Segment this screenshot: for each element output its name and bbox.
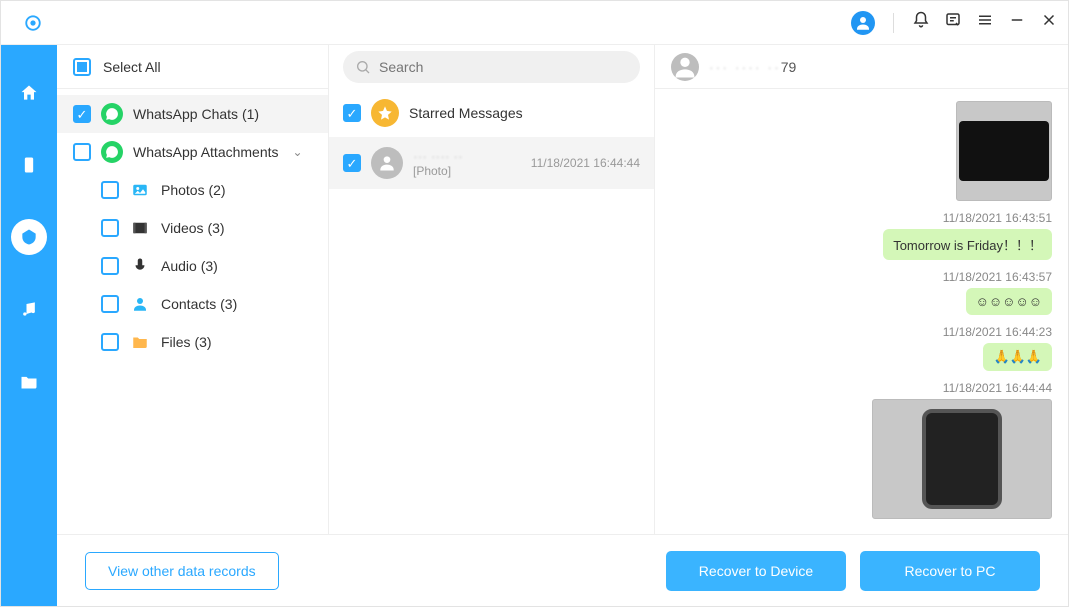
search-box[interactable] bbox=[343, 51, 640, 83]
chat-header: ··· ···· ··79 bbox=[655, 45, 1068, 89]
star-icon bbox=[371, 99, 399, 127]
photos-icon bbox=[129, 179, 151, 201]
list-chat-item[interactable]: ··· ···· ·· [Photo] 11/18/2021 16:44:44 bbox=[329, 137, 654, 189]
list-timestamp: 11/18/2021 16:44:44 bbox=[531, 156, 640, 170]
tree-label: Files (3) bbox=[161, 334, 212, 350]
tree-label: Videos (3) bbox=[161, 220, 225, 236]
checkbox-videos[interactable] bbox=[101, 219, 119, 237]
contact-avatar-icon bbox=[371, 147, 403, 179]
chevron-down-icon: ⌄ bbox=[293, 145, 303, 159]
bell-icon[interactable] bbox=[912, 11, 930, 34]
nav-rail bbox=[1, 45, 57, 606]
files-icon bbox=[129, 331, 151, 353]
select-all-checkbox[interactable] bbox=[73, 58, 91, 76]
tree-label: Contacts (3) bbox=[161, 296, 237, 312]
message-image[interactable] bbox=[872, 399, 1052, 519]
checkbox-whatsapp-attachments[interactable] bbox=[73, 143, 91, 161]
tree-label: Photos (2) bbox=[161, 182, 226, 198]
message-timestamp: 11/18/2021 16:44:44 bbox=[943, 381, 1052, 395]
tree-videos[interactable]: Videos (3) bbox=[57, 209, 328, 247]
message-image[interactable] bbox=[956, 101, 1052, 201]
contacts-icon bbox=[129, 293, 151, 315]
tree-contacts[interactable]: Contacts (3) bbox=[57, 285, 328, 323]
list-starred-messages[interactable]: Starred Messages bbox=[329, 89, 654, 137]
search-icon bbox=[355, 59, 371, 75]
message-bubble: ☺☺☺☺☺ bbox=[966, 288, 1052, 315]
list-title: Starred Messages bbox=[409, 105, 640, 121]
feedback-icon[interactable] bbox=[944, 11, 962, 34]
tree-whatsapp-chats[interactable]: WhatsApp Chats (1) bbox=[57, 95, 328, 133]
videos-icon bbox=[129, 217, 151, 239]
list-contact-name: ··· ···· ·· bbox=[413, 148, 521, 164]
app-logo bbox=[11, 14, 55, 32]
tree-files[interactable]: Files (3) bbox=[57, 323, 328, 361]
close-icon[interactable] bbox=[1040, 11, 1058, 34]
checkbox-starred[interactable] bbox=[343, 104, 361, 122]
checkbox-audio[interactable] bbox=[101, 257, 119, 275]
tree-audio[interactable]: Audio (3) bbox=[57, 247, 328, 285]
user-avatar-icon[interactable] bbox=[851, 11, 875, 35]
checkbox-chat-item[interactable] bbox=[343, 154, 361, 172]
rail-files[interactable] bbox=[11, 363, 47, 399]
message-timestamp: 11/18/2021 16:43:51 bbox=[943, 211, 1052, 225]
category-sidebar: Select All WhatsApp Chats (1) WhatsApp A… bbox=[57, 45, 329, 534]
tree-label: WhatsApp Attachments bbox=[133, 144, 279, 160]
list-preview: [Photo] bbox=[413, 164, 521, 178]
divider bbox=[893, 13, 894, 33]
select-all-row[interactable]: Select All bbox=[57, 45, 328, 89]
minimize-icon[interactable] bbox=[1008, 11, 1026, 34]
rail-device[interactable] bbox=[11, 147, 47, 183]
chat-contact-name: 79 bbox=[781, 59, 797, 75]
rail-recovery[interactable] bbox=[11, 219, 47, 255]
recover-to-pc-button[interactable]: Recover to PC bbox=[860, 551, 1040, 591]
view-other-records-button[interactable]: View other data records bbox=[85, 552, 279, 590]
tree-photos[interactable]: Photos (2) bbox=[57, 171, 328, 209]
message-timestamp: 11/18/2021 16:43:57 bbox=[943, 270, 1052, 284]
checkbox-files[interactable] bbox=[101, 333, 119, 351]
checkbox-contacts[interactable] bbox=[101, 295, 119, 313]
rail-home[interactable] bbox=[11, 75, 47, 111]
menu-icon[interactable] bbox=[976, 11, 994, 34]
title-bar bbox=[1, 1, 1068, 45]
recover-to-device-button[interactable]: Recover to Device bbox=[666, 551, 846, 591]
tree-whatsapp-attachments[interactable]: WhatsApp Attachments ⌄ bbox=[57, 133, 328, 171]
chat-column: ··· ···· ··79 11/18/2021 16:43:51 Tomorr… bbox=[655, 45, 1068, 534]
audio-icon bbox=[129, 255, 151, 277]
chat-avatar-icon bbox=[671, 53, 699, 81]
whatsapp-icon bbox=[101, 141, 123, 163]
tree-label: WhatsApp Chats (1) bbox=[133, 106, 259, 122]
whatsapp-icon bbox=[101, 103, 123, 125]
select-all-label: Select All bbox=[103, 59, 161, 75]
tree-label: Audio (3) bbox=[161, 258, 218, 274]
message-list[interactable]: 11/18/2021 16:43:51 Tomorrow is Friday！！… bbox=[655, 89, 1068, 534]
search-input[interactable] bbox=[379, 59, 628, 75]
checkbox-whatsapp-chats[interactable] bbox=[73, 105, 91, 123]
message-bubble: 🙏🙏🙏 bbox=[983, 343, 1052, 371]
bottom-bar: View other data records Recover to Devic… bbox=[57, 534, 1068, 606]
message-bubble: Tomorrow is Friday！！！ bbox=[883, 229, 1052, 260]
rail-music[interactable] bbox=[11, 291, 47, 327]
checkbox-photos[interactable] bbox=[101, 181, 119, 199]
app-window: Select All WhatsApp Chats (1) WhatsApp A… bbox=[0, 0, 1069, 607]
message-timestamp: 11/18/2021 16:44:23 bbox=[943, 325, 1052, 339]
chat-list-column: Starred Messages ··· ···· ·· [Photo] 11/… bbox=[329, 45, 655, 534]
